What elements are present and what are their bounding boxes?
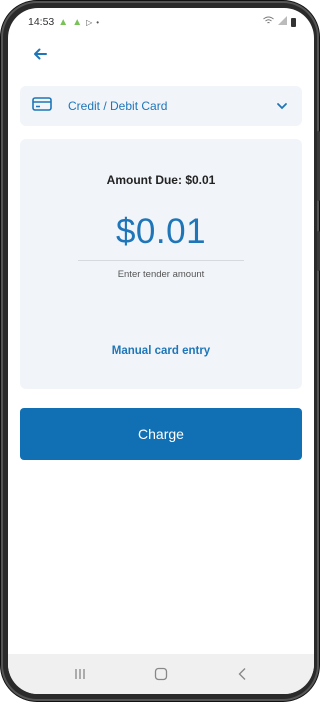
amount-underline xyxy=(78,260,244,261)
status-bar: 14:53 ▲ ▲ ▷ • xyxy=(8,8,314,36)
screen: 14:53 ▲ ▲ ▷ • Credit / Debit Card Amount… xyxy=(8,8,314,694)
wifi-icon xyxy=(263,16,274,28)
recent-apps-icon[interactable] xyxy=(69,663,91,685)
back-nav-icon[interactable] xyxy=(231,663,253,685)
back-arrow-icon[interactable] xyxy=(30,44,50,64)
tender-amount-input[interactable]: $0.01 xyxy=(20,212,302,252)
play-icon: ▷ xyxy=(86,17,93,27)
status-time: 14:53 xyxy=(28,16,55,28)
payment-method-label: Credit / Debit Card xyxy=(68,99,168,113)
amount-due-label: Amount Due: $0.01 xyxy=(106,173,216,187)
volume-button xyxy=(317,131,320,201)
manual-card-entry-link[interactable]: Manual card entry xyxy=(20,345,302,357)
dot-icon: • xyxy=(96,17,100,27)
power-button xyxy=(317,231,320,271)
home-icon[interactable] xyxy=(150,663,172,685)
credit-card-icon xyxy=(32,96,52,116)
payment-method-select[interactable]: Credit / Debit Card xyxy=(20,86,302,126)
tender-hint: Enter tender amount xyxy=(117,269,205,280)
phone-frame: 14:53 ▲ ▲ ▷ • Credit / Debit Card Amount… xyxy=(1,1,320,701)
system-nav-bar xyxy=(8,654,314,694)
battery-icon xyxy=(291,17,296,27)
android-icon: ▲ xyxy=(72,16,83,28)
amount-panel: Amount Due: $0.01 $0.01 Enter tender amo… xyxy=(20,139,302,389)
charge-button[interactable]: Charge xyxy=(20,408,302,460)
chevron-down-icon xyxy=(276,97,288,115)
android-icon: ▲ xyxy=(58,16,69,28)
signal-icon xyxy=(278,16,287,28)
